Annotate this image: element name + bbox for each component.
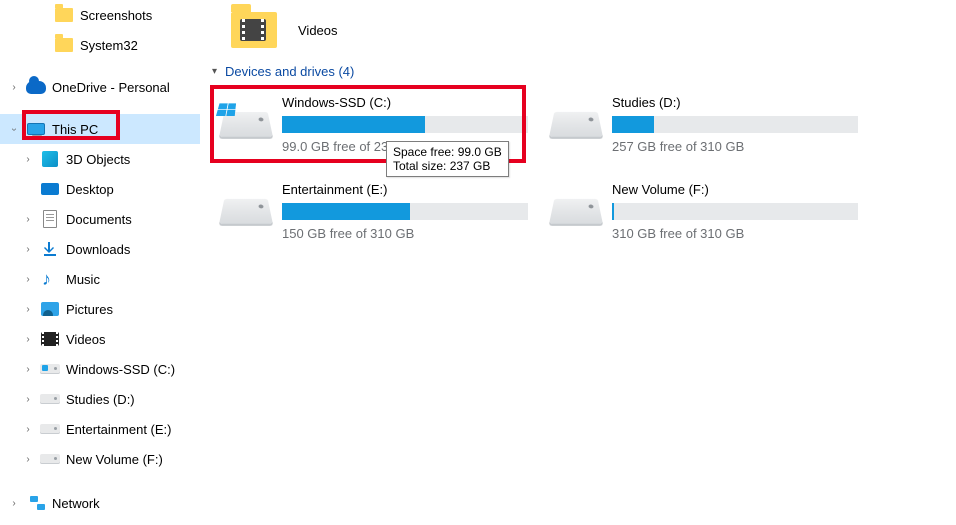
chevron-down-icon[interactable]: › <box>9 123 20 135</box>
documents-icon <box>40 209 60 229</box>
nav-item-entertainment-e-[interactable]: › Entertainment (E:) <box>0 414 200 444</box>
chevron-right-icon[interactable]: › <box>22 424 34 435</box>
videos-icon <box>40 329 60 349</box>
nav-item-desktop[interactable]: ›Desktop <box>0 174 200 204</box>
chevron-right-icon[interactable]: › <box>22 334 34 345</box>
drive-tooltip: Space free: 99.0 GBTotal size: 237 GB <box>386 141 509 177</box>
nav-label: Entertainment (E:) <box>66 422 172 437</box>
chevron-right-icon[interactable]: › <box>22 214 34 225</box>
drive-tile[interactable]: Windows-SSD (C:)99.0 GB free of 237 GBSp… <box>210 87 540 174</box>
nav-label: Downloads <box>66 242 130 257</box>
onedrive-icon <box>26 77 46 97</box>
chevron-right-icon[interactable]: › <box>22 154 34 165</box>
nav-label: Music <box>66 272 100 287</box>
drive-icon <box>40 449 60 469</box>
nav-item-this-pc[interactable]: › This PC <box>0 114 200 144</box>
folder-icon <box>54 5 74 25</box>
music-icon: ♪ <box>40 269 60 289</box>
nav-item-screenshots[interactable]: ›Screenshots <box>0 0 200 30</box>
nav-item-studies-d-[interactable]: › Studies (D:) <box>0 384 200 414</box>
desktop-icon <box>40 179 60 199</box>
nav-label: Windows-SSD (C:) <box>66 362 175 377</box>
drive-name: New Volume (F:) <box>612 180 858 203</box>
drive-usage-bar <box>612 116 858 133</box>
folder-label: Videos <box>298 23 338 38</box>
chevron-right-icon[interactable]: › <box>22 244 34 255</box>
drive-name: Windows-SSD (C:) <box>282 93 528 116</box>
nav-label: This PC <box>52 122 98 137</box>
drive-tile[interactable]: New Volume (F:) 310 GB free of 310 GB <box>540 174 870 261</box>
drive-name: Studies (D:) <box>612 93 858 116</box>
nav-label: New Volume (F:) <box>66 452 163 467</box>
nav-label: Network <box>52 496 100 511</box>
drives-container: Windows-SSD (C:)99.0 GB free of 237 GBSp… <box>210 87 946 261</box>
drive-icon <box>40 389 60 409</box>
chevron-right-icon[interactable]: › <box>22 304 34 315</box>
chevron-right-icon[interactable]: › <box>8 82 20 93</box>
chevron-down-icon: ▾ <box>212 66 217 77</box>
section-devices-drives[interactable]: ▾ Devices and drives (4) <box>210 60 946 87</box>
section-title: Devices and drives (4) <box>225 64 354 79</box>
this-pc-icon <box>26 119 46 139</box>
nav-label: System32 <box>80 38 138 53</box>
folder-icon <box>228 8 280 52</box>
folder-item-videos[interactable]: Videos <box>210 0 946 60</box>
drive-icon <box>218 186 274 234</box>
nav-item-music[interactable]: › ♪ Music <box>0 264 200 294</box>
drive-name: Entertainment (E:) <box>282 180 528 203</box>
drive-free-text: 310 GB free of 310 GB <box>612 220 858 241</box>
nav-item-windows-ssd-c-[interactable]: › Windows-SSD (C:) <box>0 354 200 384</box>
drive-usage-bar <box>282 203 528 220</box>
drive-tile[interactable]: Studies (D:) 257 GB free of 310 GB <box>540 87 870 174</box>
pictures-icon <box>40 299 60 319</box>
drive-usage-bar <box>282 116 528 133</box>
nav-item-downloads[interactable]: › Downloads <box>0 234 200 264</box>
nav-item-network[interactable]: › Network <box>0 488 200 518</box>
nav-item-pictures[interactable]: › Pictures <box>0 294 200 324</box>
network-icon <box>26 493 46 513</box>
chevron-right-icon[interactable]: › <box>22 454 34 465</box>
downloads-icon <box>40 239 60 259</box>
drive-icon <box>548 99 604 147</box>
nav-item-videos[interactable]: › Videos <box>0 324 200 354</box>
nav-label: Videos <box>66 332 106 347</box>
nav-item-system32[interactable]: ›System32 <box>0 30 200 60</box>
chevron-right-icon[interactable]: › <box>8 498 20 509</box>
drive-icon <box>218 99 274 147</box>
drive-icon <box>548 186 604 234</box>
nav-label: OneDrive - Personal <box>52 80 170 95</box>
chevron-right-icon[interactable]: › <box>22 364 34 375</box>
navigation-tree: ›Screenshots›System32›OneDrive - Persona… <box>0 0 200 525</box>
nav-label: Documents <box>66 212 132 227</box>
nav-item-documents[interactable]: › Documents <box>0 204 200 234</box>
3d-objects-icon <box>40 149 60 169</box>
chevron-right-icon[interactable]: › <box>22 394 34 405</box>
folder-icon <box>54 35 74 55</box>
drive-icon <box>40 359 60 379</box>
nav-label: Screenshots <box>80 8 152 23</box>
nav-item-new-volume-f-[interactable]: › New Volume (F:) <box>0 444 200 474</box>
drive-tile[interactable]: Entertainment (E:) 150 GB free of 310 GB <box>210 174 540 261</box>
drive-free-text: 150 GB free of 310 GB <box>282 220 528 241</box>
chevron-right-icon[interactable]: › <box>22 274 34 285</box>
nav-label: 3D Objects <box>66 152 130 167</box>
drive-usage-bar <box>612 203 858 220</box>
drive-free-text: 257 GB free of 310 GB <box>612 133 858 154</box>
content-pane: Videos ▾ Devices and drives (4) Windows-… <box>200 0 956 525</box>
nav-label: Desktop <box>66 182 114 197</box>
nav-label: Studies (D:) <box>66 392 135 407</box>
drive-icon <box>40 419 60 439</box>
nav-item-3d-objects[interactable]: › 3D Objects <box>0 144 200 174</box>
nav-item-onedrive-personal[interactable]: › OneDrive - Personal <box>0 72 200 102</box>
nav-label: Pictures <box>66 302 113 317</box>
